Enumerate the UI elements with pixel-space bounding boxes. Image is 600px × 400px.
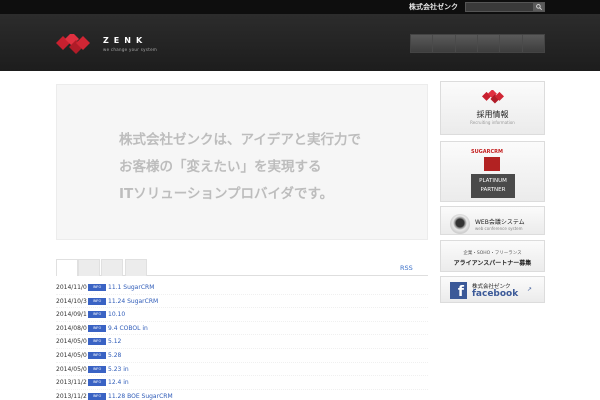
news-badge: INFO [88,351,106,359]
nav-item-5[interactable] [500,35,523,52]
nav-item-4[interactable] [477,35,501,52]
news-date: 2013/11/2 [56,392,87,400]
news-date: 2014/05/0 [56,365,87,373]
partner-line-2: PARTNER [480,187,506,193]
news-date: 2014/08/0 [56,324,87,332]
news-date: 2014/05/0 [56,338,87,346]
webcam-icon [450,214,470,234]
news-badge: INFO [88,338,106,346]
news-badge: INFO [88,311,106,319]
news-title-link[interactable]: 5.23 in [108,366,129,373]
zenk-logo-icon[interactable] [56,34,90,54]
nav-item-1[interactable] [411,35,434,52]
news-list: 2014/11/0 INFO 11.1 SugarCRM 2014/10/3 INFO… [56,281,428,400]
alliance-line-1: 企業・SOHO・フリーランス [463,251,522,256]
hero-line-1: 株式会社ゼンクは、アイデアと実行力で [119,132,362,148]
web-conference-title: WEB会議システム [475,219,525,226]
news-tabs [56,259,428,276]
partner-line-1: PLATINUM [479,178,507,184]
list-item: 2014/10/3 INFO 11.24 SugarCRM [56,295,428,309]
sugarcrm-cube-icon [484,157,500,171]
news-title-link[interactable]: 9.4 COBOL in [108,325,148,332]
recruit-title: 採用情報 [476,110,509,119]
hero-banner: 株式会社ゼンクは、アイデアと実行力で お客様の「変えたい」を実現する ITソリュ… [56,84,428,240]
alliance-line-2: アライアンスパートナー募集 [453,260,532,267]
alliance-partner-banner[interactable]: 企業・SOHO・フリーランス アライアンスパートナー募集 [440,240,545,272]
logo-text: ZENK [103,36,148,45]
news-title-link[interactable]: 11.28 BOE SugarCRM [108,393,173,400]
sugarcrm-partner-banner[interactable]: SUGARCRM PLATINUM PARTNER [440,141,545,202]
site-header: ZENK we change your system [0,14,600,71]
list-item: 2014/11/0 INFO 11.1 SugarCRM [56,281,428,295]
list-item: 2014/08/0 INFO 9.4 COBOL in [56,322,428,336]
external-link-icon: ↗ [527,286,533,293]
news-badge: INFO [88,324,106,332]
list-item: 2013/11/2 INFO 11.28 BOE SugarCRM [56,390,428,400]
logo-tagline: we change your system [103,47,158,52]
partner-plate: PLATINUM PARTNER [471,174,515,198]
tab-4[interactable] [125,259,147,276]
news-title-link[interactable]: 11.24 SugarCRM [108,298,158,305]
news-title-link[interactable]: 10.10 [108,311,125,318]
news-badge: INFO [88,392,106,400]
news-date: 2014/09/1 [56,311,87,319]
news-badge: INFO [88,284,106,291]
facebook-label: facebook [472,289,519,299]
news-title-link[interactable]: 12.4 in [108,379,129,386]
news-title-link[interactable]: 11.1 SugarCRM [108,284,154,291]
news-badge: INFO [88,379,106,387]
list-item: 2014/05/0 INFO 5.23 in [56,363,428,377]
sugarcrm-logo: SUGARCRM [471,149,503,155]
recruit-subtitle: Recruiting information [470,120,515,125]
news-title-link[interactable]: 5.12 [108,338,121,345]
nav-item-2[interactable] [433,35,456,52]
tab-2[interactable] [78,259,100,276]
company-name-link[interactable]: 株式会社ゼンク [409,1,458,13]
news-date: 2013/11/2 [56,379,87,387]
facebook-icon: f [450,282,467,299]
global-navigation [410,34,545,53]
hero-line-2: お客様の「変えたい」を実現する [119,159,322,175]
news-badge: INFO [88,297,106,305]
news-date: 2014/10/3 [56,297,87,305]
news-badge: INFO [88,365,106,373]
news-title-link[interactable]: 5.28 [108,352,121,359]
web-conference-banner[interactable]: WEB会議システム web conference system [440,206,545,235]
nav-item-6[interactable] [522,35,544,52]
news-date: 2014/11/0 [56,284,87,291]
top-utility-bar: 株式会社ゼンク [0,0,600,14]
list-item: 2013/11/2 INFO 12.4 in [56,376,428,390]
list-item: 2014/09/1 INFO 10.10 [56,308,428,322]
nav-item-3[interactable] [455,35,478,52]
recruit-banner[interactable]: 採用情報 Recruiting information [440,81,545,135]
search-icon [535,4,542,10]
list-item: 2014/05/0 INFO 5.28 [56,349,428,363]
hero-line-3: ITソリューションプロバイダです。 [119,186,334,202]
list-item: 2014/05/0 INFO 5.12 [56,335,428,349]
search-input[interactable] [465,2,545,12]
web-conference-subtitle: web conference system [475,226,523,231]
zenk-logo-icon [482,90,504,104]
facebook-banner[interactable]: f 株式会社ゼンク facebook ↗ [440,276,545,303]
tab-1[interactable] [56,259,78,276]
rss-link[interactable]: RSS [400,264,413,272]
search-button[interactable] [533,3,544,11]
tab-3[interactable] [101,259,123,276]
news-date: 2014/05/0 [56,351,87,359]
